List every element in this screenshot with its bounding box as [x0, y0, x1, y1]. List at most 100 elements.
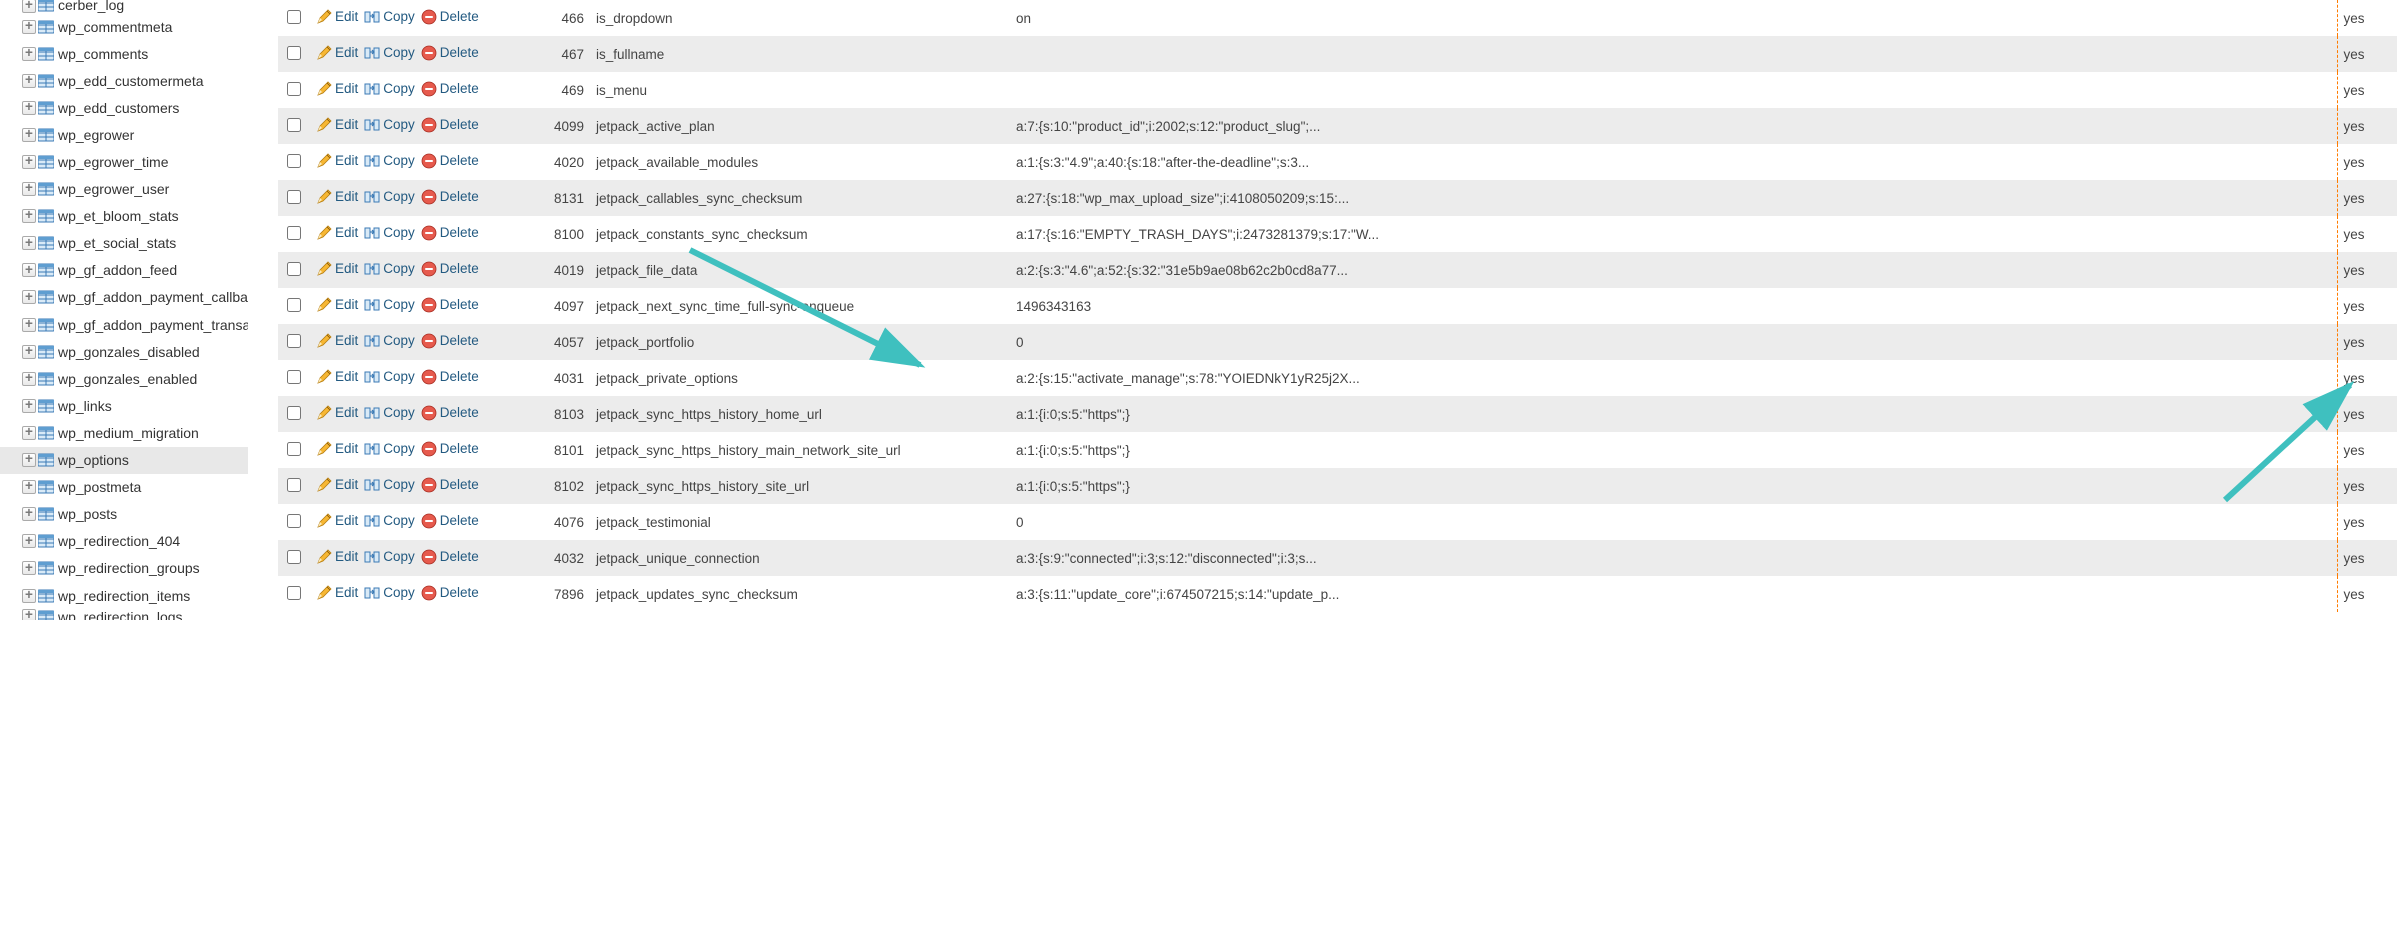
- tree-expand-icon[interactable]: [22, 155, 36, 169]
- edit-button[interactable]: Edit: [316, 9, 358, 25]
- edit-button[interactable]: Edit: [316, 513, 358, 529]
- copy-button[interactable]: Copy: [364, 369, 415, 385]
- delete-button[interactable]: Delete: [421, 117, 479, 133]
- copy-button[interactable]: Copy: [364, 333, 415, 349]
- sidebar-item-wp_gf_addon_payment_callback[interactable]: wp_gf_addon_payment_callback: [0, 284, 248, 311]
- edit-button[interactable]: Edit: [316, 261, 358, 277]
- copy-button[interactable]: Copy: [364, 297, 415, 313]
- delete-button[interactable]: Delete: [421, 225, 479, 241]
- sidebar-item-wp_redirection_logs[interactable]: wp_redirection_logs: [0, 609, 248, 620]
- sidebar-item-wp_gonzales_enabled[interactable]: wp_gonzales_enabled: [0, 365, 248, 392]
- tree-expand-icon[interactable]: [22, 236, 36, 250]
- copy-button[interactable]: Copy: [364, 9, 415, 25]
- tree-expand-icon[interactable]: [22, 47, 36, 61]
- edit-button[interactable]: Edit: [316, 297, 358, 313]
- row-checkbox[interactable]: [287, 478, 301, 492]
- row-checkbox[interactable]: [287, 370, 301, 384]
- edit-button[interactable]: Edit: [316, 81, 358, 97]
- edit-button[interactable]: Edit: [316, 333, 358, 349]
- tree-expand-icon[interactable]: [22, 128, 36, 142]
- copy-button[interactable]: Copy: [364, 549, 415, 565]
- sidebar-item-wp_edd_customers[interactable]: wp_edd_customers: [0, 94, 248, 121]
- sidebar-item-wp_links[interactable]: wp_links: [0, 392, 248, 419]
- tree-expand-icon[interactable]: [22, 101, 36, 115]
- sidebar-item-wp_posts[interactable]: wp_posts: [0, 501, 248, 528]
- copy-button[interactable]: Copy: [364, 225, 415, 241]
- row-checkbox[interactable]: [287, 262, 301, 276]
- delete-button[interactable]: Delete: [421, 189, 479, 205]
- delete-button[interactable]: Delete: [421, 333, 479, 349]
- edit-button[interactable]: Edit: [316, 549, 358, 565]
- delete-button[interactable]: Delete: [421, 441, 479, 457]
- row-checkbox[interactable]: [287, 226, 301, 240]
- row-checkbox[interactable]: [287, 406, 301, 420]
- tree-expand-icon[interactable]: [22, 345, 36, 359]
- edit-button[interactable]: Edit: [316, 189, 358, 205]
- delete-button[interactable]: Delete: [421, 81, 479, 97]
- edit-button[interactable]: Edit: [316, 225, 358, 241]
- delete-button[interactable]: Delete: [421, 405, 479, 421]
- tree-expand-icon[interactable]: [22, 480, 36, 494]
- sidebar-item-wp_gf_addon_feed[interactable]: wp_gf_addon_feed: [0, 257, 248, 284]
- tree-expand-icon[interactable]: [22, 507, 36, 521]
- row-checkbox[interactable]: [287, 82, 301, 96]
- sidebar-item-wp_commentmeta[interactable]: wp_commentmeta: [0, 13, 248, 40]
- copy-button[interactable]: Copy: [364, 153, 415, 169]
- row-checkbox[interactable]: [287, 586, 301, 600]
- edit-button[interactable]: Edit: [316, 153, 358, 169]
- delete-button[interactable]: Delete: [421, 585, 479, 601]
- row-checkbox[interactable]: [287, 190, 301, 204]
- copy-button[interactable]: Copy: [364, 117, 415, 133]
- tree-expand-icon[interactable]: [22, 426, 36, 440]
- tree-expand-icon[interactable]: [22, 263, 36, 277]
- sidebar-item-wp_gf_addon_payment_transaction[interactable]: wp_gf_addon_payment_transaction: [0, 311, 248, 338]
- edit-button[interactable]: Edit: [316, 45, 358, 61]
- copy-button[interactable]: Copy: [364, 405, 415, 421]
- sidebar-item-wp_redirection_404[interactable]: wp_redirection_404: [0, 528, 248, 555]
- sidebar-item-cerber_log[interactable]: cerber_log: [0, 0, 248, 13]
- delete-button[interactable]: Delete: [421, 369, 479, 385]
- tree-expand-icon[interactable]: [22, 209, 36, 223]
- tree-expand-icon[interactable]: [22, 74, 36, 88]
- sidebar-item-wp_redirection_items[interactable]: wp_redirection_items: [0, 582, 248, 609]
- tree-expand-icon[interactable]: [22, 20, 36, 34]
- sidebar-item-wp_et_social_stats[interactable]: wp_et_social_stats: [0, 230, 248, 257]
- tree-expand-icon[interactable]: [22, 561, 36, 575]
- tree-expand-icon[interactable]: [22, 318, 36, 332]
- delete-button[interactable]: Delete: [421, 297, 479, 313]
- row-checkbox[interactable]: [287, 514, 301, 528]
- tree-expand-icon[interactable]: [22, 399, 36, 413]
- sidebar-item-wp_medium_migration[interactable]: wp_medium_migration: [0, 419, 248, 446]
- tree-expand-icon[interactable]: [22, 372, 36, 386]
- tree-expand-icon[interactable]: [22, 453, 36, 467]
- delete-button[interactable]: Delete: [421, 261, 479, 277]
- copy-button[interactable]: Copy: [364, 513, 415, 529]
- tree-expand-icon[interactable]: [22, 290, 36, 304]
- sidebar-item-wp_edd_customermeta[interactable]: wp_edd_customermeta: [0, 67, 248, 94]
- delete-button[interactable]: Delete: [421, 513, 479, 529]
- sidebar-item-wp_gonzales_disabled[interactable]: wp_gonzales_disabled: [0, 338, 248, 365]
- row-checkbox[interactable]: [287, 298, 301, 312]
- copy-button[interactable]: Copy: [364, 45, 415, 61]
- delete-button[interactable]: Delete: [421, 153, 479, 169]
- copy-button[interactable]: Copy: [364, 189, 415, 205]
- row-checkbox[interactable]: [287, 118, 301, 132]
- sidebar-item-wp_egrower_time[interactable]: wp_egrower_time: [0, 148, 248, 175]
- tree-expand-icon[interactable]: [22, 589, 36, 603]
- delete-button[interactable]: Delete: [421, 9, 479, 25]
- tree-expand-icon[interactable]: [22, 0, 36, 13]
- row-checkbox[interactable]: [287, 154, 301, 168]
- copy-button[interactable]: Copy: [364, 441, 415, 457]
- tree-expand-icon[interactable]: [22, 182, 36, 196]
- sidebar-item-wp_egrower_user[interactable]: wp_egrower_user: [0, 176, 248, 203]
- row-checkbox[interactable]: [287, 10, 301, 24]
- copy-button[interactable]: Copy: [364, 81, 415, 97]
- edit-button[interactable]: Edit: [316, 117, 358, 133]
- copy-button[interactable]: Copy: [364, 477, 415, 493]
- copy-button[interactable]: Copy: [364, 585, 415, 601]
- edit-button[interactable]: Edit: [316, 477, 358, 493]
- row-checkbox[interactable]: [287, 334, 301, 348]
- row-checkbox[interactable]: [287, 46, 301, 60]
- row-checkbox[interactable]: [287, 442, 301, 456]
- row-checkbox[interactable]: [287, 550, 301, 564]
